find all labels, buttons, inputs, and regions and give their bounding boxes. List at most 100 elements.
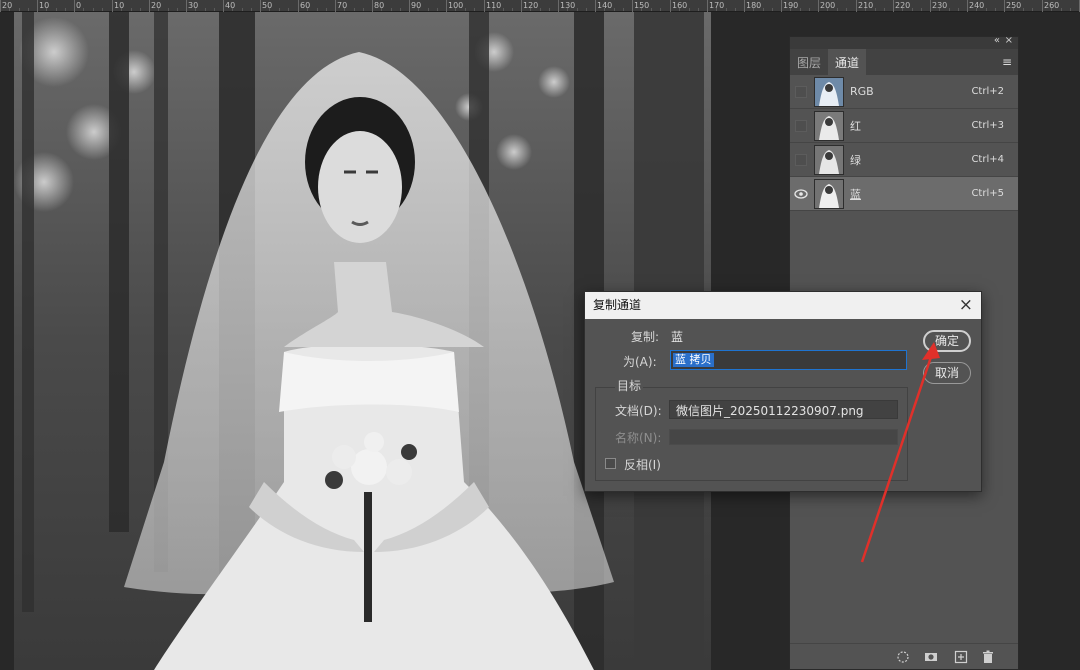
ruler-minor-tick <box>837 8 838 11</box>
ruler-minor-tick <box>400 8 401 11</box>
ruler-minor-tick <box>493 8 494 11</box>
ruler-label: 10 <box>39 1 50 10</box>
new-channel-icon[interactable] <box>954 650 968 664</box>
tab-channels[interactable]: 通道 <box>828 49 867 75</box>
ruler-minor-tick <box>641 8 642 11</box>
ruler-minor-tick <box>9 8 10 11</box>
ruler-minor-tick <box>921 8 922 11</box>
ruler-minor-tick <box>986 8 987 11</box>
as-label: 为(A): <box>623 355 657 369</box>
eye-icon[interactable] <box>794 188 808 199</box>
visibility-toggle[interactable] <box>790 153 812 166</box>
ruler-minor-tick <box>651 8 652 11</box>
channel-shortcut: Ctrl+4 <box>971 154 1004 165</box>
dialog-titlebar: 复制通道 × <box>585 292 981 319</box>
panel-footer <box>790 643 1018 669</box>
ruler-minor-tick <box>1061 8 1062 11</box>
ruler-minor-tick <box>195 8 196 11</box>
channel-name: RGB <box>850 85 874 98</box>
visibility-off-icon[interactable] <box>795 85 807 98</box>
ruler-minor-tick <box>726 8 727 11</box>
duplicate-channel-dialog: 复制通道 × 复制: 蓝 为(A): 蓝 拷贝 目标 文档(D): 微信图片_2… <box>584 291 982 492</box>
ruler-minor-tick <box>279 8 280 11</box>
visibility-off-icon[interactable] <box>795 119 807 132</box>
ruler-minor-tick <box>577 8 578 11</box>
invert-checkbox[interactable] <box>605 458 616 469</box>
ruler-minor-tick <box>827 8 828 11</box>
ruler-minor-tick <box>465 8 466 11</box>
ruler-minor-tick <box>288 8 289 11</box>
channel-shortcut: Ctrl+3 <box>971 120 1004 131</box>
ruler-minor-tick <box>83 8 84 11</box>
channel-thumbnail <box>814 76 844 107</box>
dialog-close-icon[interactable]: × <box>959 292 973 319</box>
cancel-button[interactable]: 取消 <box>923 362 971 384</box>
thumbnail-image <box>815 77 843 106</box>
document-select[interactable]: 微信图片_20250112230907.png ⌄ <box>669 400 898 419</box>
ruler-minor-tick <box>875 8 876 11</box>
name-label: 名称(N): <box>615 431 662 445</box>
save-selection-icon[interactable] <box>924 650 938 664</box>
ruler-minor-tick <box>939 8 940 11</box>
channel-row-red[interactable]: 红 Ctrl+3 <box>790 109 1018 143</box>
trash-icon[interactable] <box>981 650 995 664</box>
channel-shortcut: Ctrl+2 <box>971 86 1004 97</box>
panel-menu-icon[interactable]: ≡ <box>1002 55 1012 69</box>
visibility-toggle[interactable] <box>790 85 812 98</box>
ruler-minor-tick <box>93 8 94 11</box>
tab-layers[interactable]: 图层 <box>790 49 828 75</box>
ruler-label: 20 <box>151 1 162 10</box>
ruler-minor-tick <box>949 8 950 11</box>
ruler-minor-tick <box>326 8 327 11</box>
visibility-off-icon[interactable] <box>795 153 807 166</box>
ruler-minor-tick <box>567 8 568 11</box>
ruler-minor-tick <box>1023 8 1024 11</box>
ruler-minor-tick <box>846 8 847 11</box>
visibility-toggle[interactable] <box>790 119 812 132</box>
ruler-minor-tick <box>102 8 103 11</box>
channel-name: 绿 <box>850 153 861 167</box>
ruler-minor-tick <box>205 8 206 11</box>
chevron-down-icon[interactable]: ⌄ <box>676 401 893 412</box>
ruler-minor-tick <box>772 8 773 11</box>
thumbnail-image <box>815 111 843 140</box>
ruler-minor-tick <box>455 8 456 11</box>
horizontal-ruler[interactable]: 20 10 0 10 20 30 40 50 60 70 80 90 100 110 120 130 140 15… <box>0 0 1080 12</box>
ruler-minor-tick <box>660 8 661 11</box>
ruler-minor-tick <box>28 8 29 11</box>
ruler-minor-tick <box>269 8 270 11</box>
channel-row-blue[interactable]: 蓝 Ctrl+5 <box>790 177 1018 211</box>
ruler-minor-tick <box>363 8 364 11</box>
destination-legend: 目标 <box>615 377 644 394</box>
ruler-minor-tick <box>65 8 66 11</box>
dialog-title: 复制通道 <box>593 298 642 312</box>
ruler-minor-tick <box>809 8 810 11</box>
channel-row-green[interactable]: 绿 Ctrl+4 <box>790 143 1018 177</box>
channel-name: 蓝 <box>850 187 861 201</box>
ruler-minor-tick <box>679 8 680 11</box>
ruler-minor-tick <box>177 8 178 11</box>
ruler-minor-tick <box>604 8 605 11</box>
visibility-toggle[interactable] <box>790 188 812 199</box>
channel-name: 红 <box>850 119 861 133</box>
ruler-minor-tick <box>344 8 345 11</box>
ruler-minor-tick <box>1070 8 1071 11</box>
load-selection-icon[interactable] <box>896 650 910 664</box>
channel-row-rgb[interactable]: RGB Ctrl+2 <box>790 75 1018 109</box>
panel-tabs: 图层 通道 ≡ <box>790 49 1018 75</box>
channel-thumbnail <box>814 144 844 175</box>
ruler-label: 30 <box>188 1 199 10</box>
channel-name-input[interactable]: 蓝 拷贝 <box>670 350 907 370</box>
panel-close-icon[interactable]: × <box>1005 35 1013 46</box>
ruler-minor-tick <box>428 8 429 11</box>
invert-label[interactable]: 反相(I) <box>624 456 661 473</box>
ruler-minor-tick <box>800 8 801 11</box>
ruler-minor-tick <box>168 8 169 11</box>
ruler-minor-tick <box>995 8 996 11</box>
ruler-minor-tick <box>689 8 690 11</box>
ok-button[interactable]: 确定 <box>923 330 971 352</box>
ruler-minor-tick <box>391 8 392 11</box>
ruler-minor-tick <box>242 8 243 11</box>
ruler-minor-tick <box>623 8 624 11</box>
collapse-icon[interactable]: « <box>994 35 1000 46</box>
